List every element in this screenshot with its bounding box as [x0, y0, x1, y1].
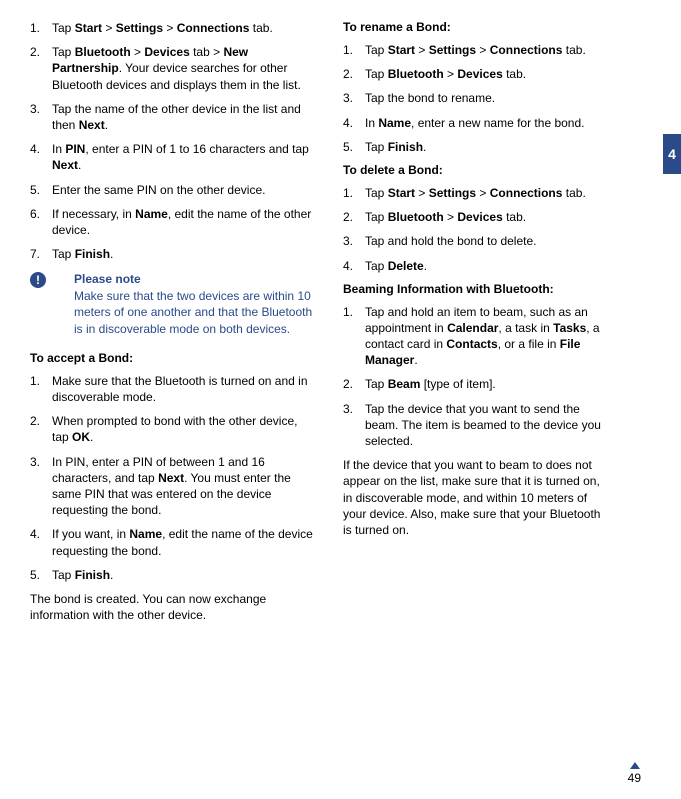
- list-number: 4.: [30, 141, 40, 157]
- list-number: 6.: [30, 206, 40, 222]
- list-number: 2.: [343, 376, 353, 392]
- list-number: 3.: [343, 90, 353, 106]
- list-item: 3. Tap the device that you want to send t…: [343, 401, 603, 450]
- list-number: 3.: [343, 401, 353, 417]
- beam-steps: 1. Tap and hold an item to beam, such as …: [343, 304, 603, 450]
- list-text: Tap Finish.: [52, 568, 113, 582]
- list-number: 1.: [343, 185, 353, 201]
- list-item: 6. If necessary, in Name, edit the name o…: [30, 206, 315, 238]
- create-bond-steps: 1. Tap Start > Settings > Connections tab…: [30, 20, 315, 262]
- accept-bond-heading: To accept a Bond:: [30, 351, 315, 365]
- beam-heading: Beaming Information with Bluetooth:: [343, 282, 603, 296]
- list-number: 1.: [30, 373, 40, 389]
- list-text: Tap the name of the other device in the …: [52, 102, 301, 132]
- list-number: 3.: [30, 454, 40, 470]
- list-text: Tap Start > Settings > Connections tab.: [52, 21, 273, 35]
- list-number: 5.: [30, 182, 40, 198]
- delete-bond-heading: To delete a Bond:: [343, 163, 603, 177]
- list-text: Enter the same PIN on the other device.: [52, 183, 265, 197]
- list-number: 7.: [30, 246, 40, 262]
- list-item: 3. In PIN, enter a PIN of between 1 and 1…: [30, 454, 315, 519]
- list-number: 2.: [30, 44, 40, 60]
- list-item: 1. Tap and hold an item to beam, such as …: [343, 304, 603, 369]
- list-number: 5.: [30, 567, 40, 583]
- list-text: In PIN, enter a PIN of between 1 and 16 …: [52, 455, 291, 518]
- list-text: Tap and hold an item to beam, such as an…: [365, 305, 600, 368]
- list-text: Tap Bluetooth > Devices tab.: [365, 67, 526, 81]
- list-item: 5. Enter the same PIN on the other device…: [30, 182, 315, 198]
- list-number: 3.: [343, 233, 353, 249]
- list-text: Tap Beam [type of item].: [365, 377, 496, 391]
- list-number: 1.: [343, 304, 353, 320]
- chapter-tab: 4: [663, 134, 681, 174]
- list-item: 7. Tap Finish.: [30, 246, 315, 262]
- list-text: Tap Bluetooth > Devices tab > New Partne…: [52, 45, 301, 91]
- delete-bond-steps: 1. Tap Start > Settings > Connections tab…: [343, 185, 603, 274]
- list-number: 1.: [30, 20, 40, 36]
- list-item: 2. Tap Bluetooth > Devices tab.: [343, 209, 603, 225]
- list-number: 2.: [30, 413, 40, 429]
- list-text: Tap Delete.: [365, 259, 427, 273]
- list-item: 1. Make sure that the Bluetooth is turned…: [30, 373, 315, 405]
- list-item: 3. Tap the name of the other device in th…: [30, 101, 315, 133]
- list-text: Tap Bluetooth > Devices tab.: [365, 210, 526, 224]
- list-text: Tap the device that you want to send the…: [365, 402, 601, 448]
- list-item: 2. When prompted to bond with the other d…: [30, 413, 315, 445]
- list-item: 2. Tap Beam [type of item].: [343, 376, 603, 392]
- list-item: 4. In Name, enter a new name for the bond…: [343, 115, 603, 131]
- list-text: Tap Start > Settings > Connections tab.: [365, 43, 586, 57]
- list-text: Tap Finish.: [52, 247, 113, 261]
- list-number: 4.: [343, 258, 353, 274]
- list-item: 4. If you want, in Name, edit the name of…: [30, 526, 315, 558]
- alert-icon: !: [30, 272, 46, 288]
- list-number: 2.: [343, 209, 353, 225]
- rename-bond-steps: 1. Tap Start > Settings > Connections tab…: [343, 42, 603, 155]
- bond-created-para: The bond is created. You can now exchang…: [30, 591, 315, 623]
- note-box: ! Please note Make sure that the two dev…: [52, 272, 315, 337]
- list-text: If necessary, in Name, edit the name of …: [52, 207, 311, 237]
- page-arrow-icon: [630, 762, 640, 769]
- list-item: 3. Tap the bond to rename.: [343, 90, 603, 106]
- list-text: Tap Start > Settings > Connections tab.: [365, 186, 586, 200]
- list-number: 4.: [343, 115, 353, 131]
- list-item: 4. Tap Delete.: [343, 258, 603, 274]
- list-number: 4.: [30, 526, 40, 542]
- rename-bond-heading: To rename a Bond:: [343, 20, 603, 34]
- list-text: When prompted to bond with the other dev…: [52, 414, 297, 444]
- list-item: 4. In PIN, enter a PIN of 1 to 16 charact…: [30, 141, 315, 173]
- list-item: 1. Tap Start > Settings > Connections tab…: [30, 20, 315, 36]
- list-text: Tap and hold the bond to delete.: [365, 234, 536, 248]
- list-number: 3.: [30, 101, 40, 117]
- list-number: 5.: [343, 139, 353, 155]
- list-number: 2.: [343, 66, 353, 82]
- note-body: Make sure that the two devices are withi…: [74, 288, 315, 337]
- list-text: Make sure that the Bluetooth is turned o…: [52, 374, 308, 404]
- list-item: 1. Tap Start > Settings > Connections tab…: [343, 185, 603, 201]
- list-text: Tap the bond to rename.: [365, 91, 495, 105]
- list-number: 1.: [343, 42, 353, 58]
- accept-bond-steps: 1. Make sure that the Bluetooth is turned…: [30, 373, 315, 583]
- beam-note-para: If the device that you want to beam to d…: [343, 457, 603, 538]
- list-text: If you want, in Name, edit the name of t…: [52, 527, 313, 557]
- list-item: 5. Tap Finish.: [30, 567, 315, 583]
- list-text: Tap Finish.: [365, 140, 426, 154]
- list-item: 2. Tap Bluetooth > Devices tab.: [343, 66, 603, 82]
- list-item: 3. Tap and hold the bond to delete.: [343, 233, 603, 249]
- list-text: In PIN, enter a PIN of 1 to 16 character…: [52, 142, 309, 172]
- page-number: 49: [628, 771, 641, 785]
- list-item: 1. Tap Start > Settings > Connections tab…: [343, 42, 603, 58]
- list-item: 5. Tap Finish.: [343, 139, 603, 155]
- note-title: Please note: [74, 272, 315, 286]
- list-item: 2. Tap Bluetooth > Devices tab > New Part…: [30, 44, 315, 93]
- list-text: In Name, enter a new name for the bond.: [365, 116, 584, 130]
